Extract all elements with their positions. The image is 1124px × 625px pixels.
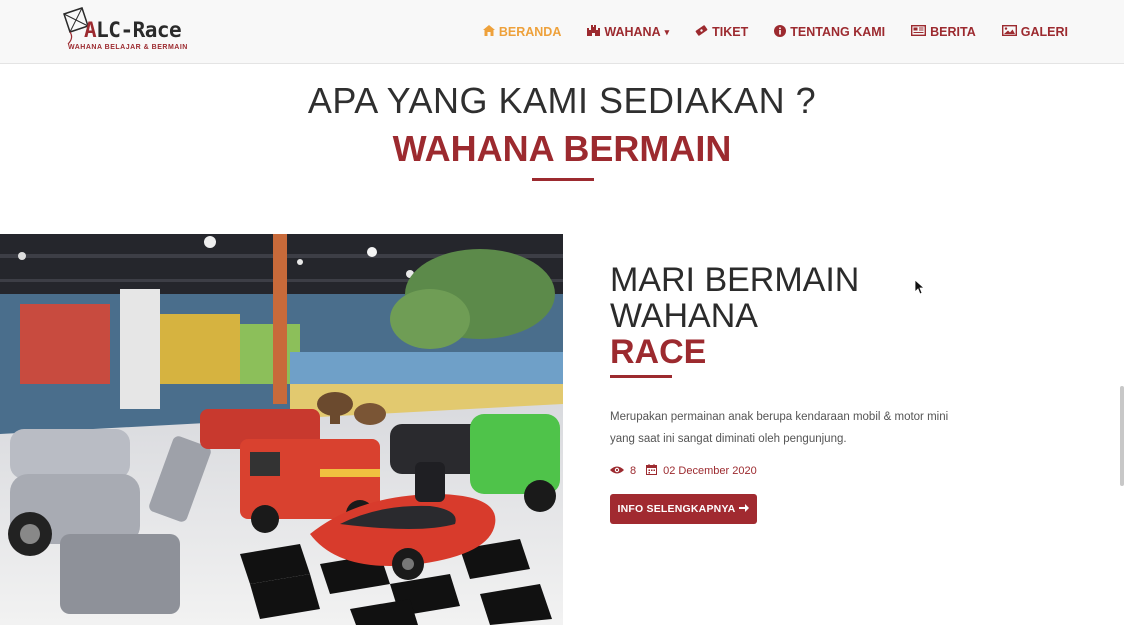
eye-icon (610, 465, 624, 478)
ticket-icon (695, 25, 708, 39)
section-divider (532, 178, 594, 181)
card-title: MARI BERMAIN WAHANA RACE (610, 262, 1010, 370)
image-icon (1001, 24, 1017, 39)
info-icon (774, 24, 787, 40)
calendar-icon (646, 464, 658, 478)
chevron-down-icon: ▾ (664, 26, 670, 37)
nav-item-label: TIKET (712, 25, 749, 39)
section-heading: APA YANG KAMI SEDIAKAN ? (307, 80, 817, 121)
nav-item-galeri[interactable]: GALERI (1001, 24, 1068, 39)
ride-photo[interactable] (0, 234, 563, 625)
card-meta: 8 02 December 2020 (610, 464, 757, 478)
nav-item-label: GALERI (1020, 25, 1068, 39)
mouse-cursor-icon (914, 279, 926, 300)
main-nav: BERANDA WAHANA ▾ TIKET TENTANG KAMI BERI… (482, 0, 1068, 64)
nav-item-label: BERANDA (498, 25, 562, 39)
nav-item-label: WAHANA (604, 25, 661, 39)
page-scrollbar[interactable] (1120, 386, 1124, 486)
card-divider (610, 375, 672, 378)
home-icon (482, 25, 495, 39)
card-title-line2: WAHANA (610, 297, 758, 335)
brand-logo[interactable]: ALC-Race WAHANA BELAJAR & BERMAIN (60, 6, 200, 56)
info-more-button[interactable]: INFO SELENGKAPNYA (610, 494, 757, 524)
nav-item-tiket[interactable]: TIKET (695, 25, 748, 39)
brand-name: ALC-Race (84, 18, 182, 42)
nav-item-label: TENTANG KAMI (790, 25, 886, 39)
brand-tagline: WAHANA BELAJAR & BERMAIN (68, 44, 188, 51)
nav-item-berita[interactable]: BERITA (911, 24, 976, 39)
arrow-right-icon (739, 503, 750, 516)
view-count: 8 (630, 465, 637, 477)
nav-item-tentang-kami[interactable]: TENTANG KAMI (774, 24, 886, 40)
section-subheading: WAHANA BERMAIN (392, 128, 732, 169)
nav-item-beranda[interactable]: BERANDA (482, 25, 562, 39)
button-label: INFO SELENGKAPNYA (617, 503, 736, 515)
newspaper-icon (911, 24, 927, 39)
nav-item-label: BERITA (930, 25, 976, 39)
post-date: 02 December 2020 (663, 465, 757, 477)
card-description: Merupakan permainan anak berupa kendaraa… (610, 411, 949, 445)
navbar: ALC-Race WAHANA BELAJAR & BERMAIN BERAND… (0, 0, 1124, 64)
card-title-line1: MARI BERMAIN (610, 261, 860, 299)
nav-item-wahana[interactable]: WAHANA ▾ (587, 25, 669, 39)
castle-icon (587, 25, 601, 39)
card-title-highlight: RACE (610, 333, 707, 371)
